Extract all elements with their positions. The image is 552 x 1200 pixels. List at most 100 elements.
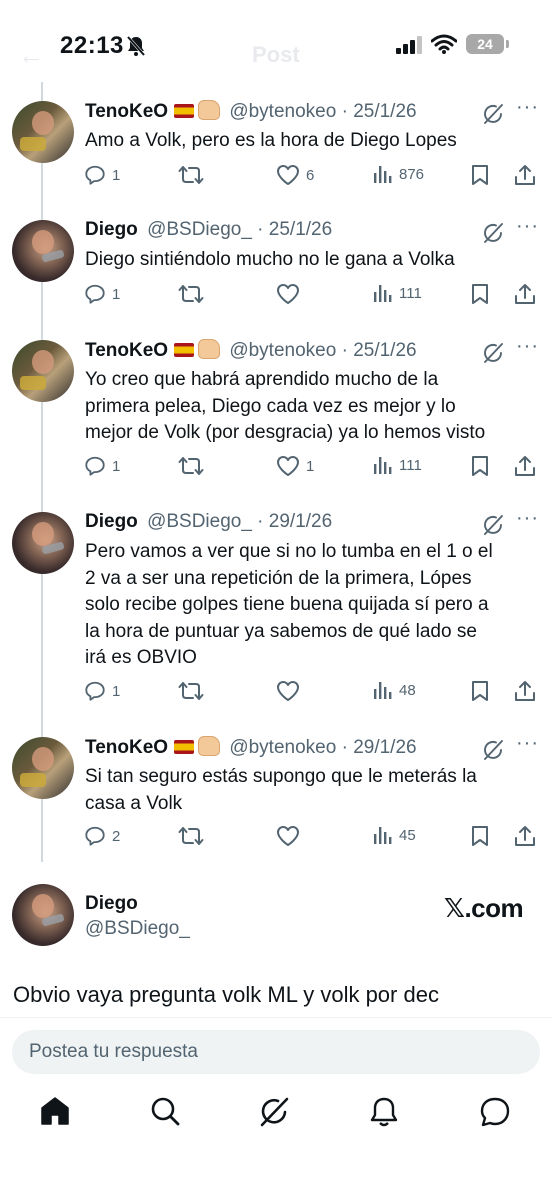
grok-icon[interactable] — [482, 514, 504, 541]
like-button[interactable] — [276, 825, 306, 847]
author-handle[interactable]: @BSDiego_ — [147, 219, 252, 240]
avatar[interactable] — [12, 737, 74, 799]
more-options-icon[interactable]: ··· — [516, 507, 539, 530]
dot-separator: · — [336, 101, 354, 122]
retweet-button[interactable] — [178, 283, 210, 305]
fist-icon — [198, 339, 221, 359]
bookmark-button[interactable] — [470, 680, 490, 702]
avatar[interactable] — [12, 101, 74, 163]
tweet-date[interactable]: 29/1/26 — [269, 511, 332, 532]
battery-indicator: 24 — [466, 34, 504, 54]
bookmark-button[interactable] — [470, 164, 490, 186]
like-icon — [276, 283, 300, 305]
tweet-text: Pero vamos a ver que si no lo tumba en e… — [85, 539, 535, 672]
avatar[interactable] — [12, 512, 74, 574]
author-name[interactable]: TenoKeO — [85, 101, 168, 122]
tweet-text: Si tan seguro estás supongo que le meter… — [85, 764, 535, 817]
views-button[interactable]: 876 — [373, 164, 424, 184]
tweet-actions: 2 45 — [0, 825, 552, 851]
bookmark-icon — [470, 680, 490, 702]
more-options-icon[interactable]: ··· — [516, 215, 539, 238]
notifications-icon[interactable] — [369, 1096, 399, 1128]
reply-input[interactable]: Postea tu respuesta — [12, 1030, 540, 1074]
post-text: Obvio vaya pregunta volk ML y volk por d… — [13, 982, 439, 1007]
share-icon — [514, 825, 536, 847]
author-handle[interactable]: @bytenokeo — [229, 737, 336, 758]
reply-count: 2 — [112, 827, 121, 845]
retweet-icon — [178, 455, 204, 477]
reply-count: 1 — [112, 285, 121, 303]
author-handle[interactable]: @BSDiego_ — [147, 511, 252, 532]
reply-button[interactable]: 1 — [84, 455, 120, 477]
views-button[interactable]: 45 — [373, 825, 416, 845]
tweet-date[interactable]: 25/1/26 — [353, 340, 416, 361]
bookmark-icon — [470, 825, 490, 847]
grok-icon[interactable] — [482, 222, 504, 249]
views-button[interactable]: 111 — [373, 455, 422, 475]
like-button[interactable] — [276, 283, 306, 305]
reply-button[interactable]: 1 — [84, 680, 120, 702]
share-button[interactable] — [514, 283, 536, 305]
share-icon — [514, 283, 536, 305]
grok-icon[interactable] — [482, 342, 504, 369]
like-button[interactable] — [276, 680, 306, 702]
author-name[interactable]: TenoKeO — [85, 340, 168, 361]
retweet-button[interactable] — [178, 164, 210, 186]
author-name[interactable]: Diego — [85, 511, 138, 532]
author-name[interactable]: TenoKeO — [85, 737, 168, 758]
search-icon[interactable] — [150, 1096, 180, 1126]
bookmark-button[interactable] — [470, 455, 490, 477]
back-arrow-icon[interactable]: ← — [18, 40, 44, 71]
reply-icon — [84, 825, 106, 847]
share-button[interactable] — [514, 455, 536, 477]
dot-separator: · — [336, 340, 354, 361]
views-button[interactable]: 48 — [373, 680, 416, 700]
reply-button[interactable]: 1 — [84, 283, 120, 305]
avatar[interactable] — [12, 220, 74, 282]
tweet-text-line: mejor de Volk (por desgracia) ya lo hemo… — [85, 422, 486, 443]
tweet-text: Yo creo que habrá aprendido mucho de la p… — [85, 367, 535, 447]
like-count: 1 — [306, 457, 315, 475]
more-options-icon[interactable]: ··· — [516, 96, 539, 119]
more-options-icon[interactable]: ··· — [516, 732, 539, 755]
author-handle[interactable]: @bytenokeo — [229, 101, 336, 122]
views-button[interactable]: 111 — [373, 283, 422, 303]
share-button[interactable] — [514, 164, 536, 186]
views-count: 45 — [399, 826, 416, 844]
author-handle[interactable]: @bytenokeo — [229, 340, 336, 361]
author-handle[interactable]: @BSDiego_ — [85, 918, 190, 940]
retweet-button[interactable] — [178, 455, 210, 477]
author-name[interactable]: Diego — [85, 219, 138, 240]
bookmark-button[interactable] — [470, 825, 490, 847]
retweet-icon — [178, 825, 204, 847]
bell-off-icon — [126, 36, 146, 56]
messages-icon[interactable] — [479, 1096, 511, 1128]
reply-button[interactable]: 2 — [84, 825, 120, 847]
page-title: Post — [252, 42, 300, 67]
retweet-button[interactable] — [178, 825, 210, 847]
author-name[interactable]: Diego — [85, 893, 138, 915]
tweet-date[interactable]: 25/1/26 — [269, 219, 332, 240]
like-button[interactable]: 1 — [276, 455, 314, 477]
more-options-icon[interactable]: ··· — [516, 335, 539, 358]
tweet-text-line: solo recibe golpes tiene buena quijada s… — [85, 594, 489, 615]
share-button[interactable] — [514, 825, 536, 847]
like-button[interactable]: 6 — [276, 164, 314, 186]
tweet-date[interactable]: 29/1/26 — [353, 737, 416, 758]
retweet-button[interactable] — [178, 680, 210, 702]
tweet-date[interactable]: 25/1/26 — [353, 101, 416, 122]
avatar[interactable] — [12, 884, 74, 946]
grok-icon[interactable] — [258, 1096, 290, 1128]
reply-icon — [84, 680, 106, 702]
avatar[interactable] — [12, 340, 74, 402]
home-icon[interactable] — [40, 1096, 70, 1126]
bookmark-icon — [470, 455, 490, 477]
bookmark-button[interactable] — [470, 283, 490, 305]
reply-button[interactable]: 1 — [84, 164, 120, 186]
grok-icon[interactable] — [482, 103, 504, 130]
share-button[interactable] — [514, 680, 536, 702]
like-icon — [276, 680, 300, 702]
share-icon — [514, 455, 536, 477]
grok-icon[interactable] — [482, 739, 504, 766]
reply-icon — [84, 164, 106, 186]
